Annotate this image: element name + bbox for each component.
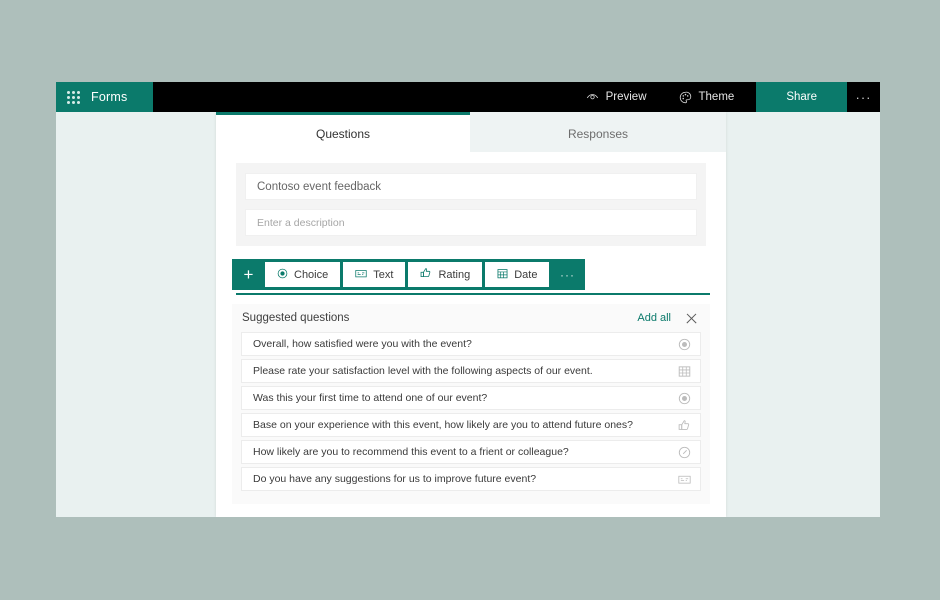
forms-app-window: Forms Preview Theme Share ··· Questions …: [56, 82, 880, 517]
suggested-question-row[interactable]: Was this your first time to attend one o…: [241, 386, 701, 410]
radio-button-icon: [677, 391, 691, 405]
suggested-question-row[interactable]: Overall, how satisfied were you with the…: [241, 332, 701, 356]
question-type-text-label: Text: [373, 268, 394, 281]
suggested-question-row[interactable]: Do you have any suggestions for us to im…: [241, 467, 701, 491]
form-description-input[interactable]: Enter a description: [245, 209, 697, 236]
eye-icon: [586, 91, 599, 104]
preview-label: Preview: [605, 91, 647, 103]
tab-questions[interactable]: Questions: [216, 112, 470, 152]
suite-more-label: ···: [855, 89, 872, 105]
question-type-text[interactable]: Text: [343, 262, 406, 287]
question-type-toolbar-wrap: + Choice Text Rating Date ···: [232, 259, 710, 295]
add-question-button[interactable]: +: [235, 262, 262, 287]
tab-responses-label: Responses: [567, 126, 629, 141]
question-type-rating[interactable]: Rating: [408, 262, 483, 287]
plus-icon: +: [243, 265, 254, 284]
suite-bar-actions: Preview Theme Share ···: [570, 82, 880, 112]
radio-button-icon: [277, 268, 288, 282]
form-page-card: Questions Responses Contoso event feedba…: [216, 112, 726, 517]
suite-bar: Forms Preview Theme Share ···: [56, 82, 880, 112]
waffle-icon[interactable]: [67, 90, 82, 105]
question-type-toolbar: + Choice Text Rating Date ···: [232, 259, 586, 290]
form-title-value: Contoso event feedback: [257, 180, 382, 193]
brand-block[interactable]: Forms: [56, 82, 153, 112]
close-icon[interactable]: [685, 312, 698, 325]
preview-button[interactable]: Preview: [570, 82, 663, 112]
suggested-question-row[interactable]: Please rate your satisfaction level with…: [241, 359, 701, 383]
question-type-more-label: ···: [559, 267, 575, 282]
tab-responses[interactable]: Responses: [470, 112, 726, 152]
toolbar-divider: [236, 293, 710, 295]
radio-button-icon: [677, 337, 691, 351]
gauge-icon: [677, 445, 691, 459]
share-button[interactable]: Share: [756, 82, 847, 112]
content-area: Questions Responses Contoso event feedba…: [56, 112, 880, 517]
add-all-button[interactable]: Add all: [637, 312, 671, 324]
suggested-question-text: How likely are you to recommend this eve…: [253, 446, 569, 458]
thumbs-up-icon: [420, 267, 432, 282]
form-title-input[interactable]: Contoso event feedback: [245, 173, 697, 200]
app-name: Forms: [91, 90, 128, 104]
form-description-placeholder: Enter a description: [257, 216, 345, 229]
suggested-question-text: Base on your experience with this event,…: [253, 419, 633, 431]
suggested-question-row[interactable]: How likely are you to recommend this eve…: [241, 440, 701, 464]
question-type-date[interactable]: Date: [485, 262, 550, 287]
tab-questions-label: Questions: [315, 126, 371, 141]
suggested-questions-header: Suggested questions Add all: [232, 304, 710, 332]
grid-icon: [677, 364, 691, 378]
thumbs-up-icon: [677, 418, 691, 432]
question-type-date-label: Date: [514, 268, 538, 281]
question-type-choice-label: Choice: [294, 268, 329, 281]
question-type-more-button[interactable]: ···: [552, 262, 582, 287]
suggested-questions-actions: Add all: [637, 312, 704, 325]
suggested-question-row[interactable]: Base on your experience with this event,…: [241, 413, 701, 437]
text-box-icon: [677, 472, 691, 486]
text-box-icon: [355, 268, 367, 282]
suggested-questions-title: Suggested questions: [242, 312, 350, 324]
share-label: Share: [786, 91, 817, 103]
suggested-question-text: Please rate your satisfaction level with…: [253, 365, 593, 377]
theme-button[interactable]: Theme: [663, 82, 751, 112]
palette-icon: [679, 91, 692, 104]
suggested-questions-panel: Suggested questions Add all Overall, how…: [232, 304, 710, 504]
form-tabs: Questions Responses: [216, 112, 726, 152]
suggested-question-text: Overall, how satisfied were you with the…: [253, 338, 472, 350]
suite-more-button[interactable]: ···: [847, 82, 880, 112]
suggested-question-text: Do you have any suggestions for us to im…: [253, 473, 537, 485]
suggested-question-text: Was this your first time to attend one o…: [253, 392, 488, 404]
form-header-card: Contoso event feedback Enter a descripti…: [236, 163, 706, 246]
calendar-icon: [497, 268, 508, 282]
theme-label: Theme: [698, 91, 735, 103]
question-type-choice[interactable]: Choice: [265, 262, 341, 287]
question-type-rating-label: Rating: [438, 268, 471, 281]
